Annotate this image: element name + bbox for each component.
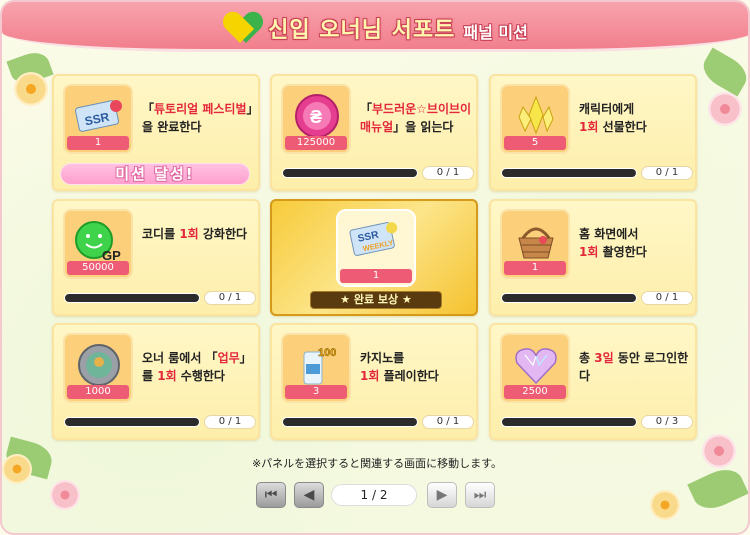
reward-icon-box: ₴ 125000 <box>281 84 351 154</box>
progress-bar <box>64 417 200 427</box>
mission-progress: 0 / 1 <box>282 166 474 180</box>
mission-panel[interactable]: GP 50000 코디를 1회 강화한다 0 / 1 <box>52 199 260 316</box>
reward-count: 1 <box>67 136 129 150</box>
title-area: 신입 오너님 서포트 패널 미션 <box>2 7 748 46</box>
mission-description: 「부드러운☆브이브이 매뉴얼」을 읽는다 <box>360 102 472 134</box>
panel-mission-window: 신입 오너님 서포트 패널 미션 SSR 1 「튜토리얼 페스티벌」을 완료한다 미션… <box>0 0 750 535</box>
mission-description: 총 3일 동안 로그인한다 <box>579 351 689 383</box>
basket-icon <box>510 217 562 265</box>
mission-panel[interactable]: ₴ 125000 「부드러운☆브이브이 매뉴얼」을 읽는다 0 / 1 <box>270 74 478 191</box>
mission-progress: 0 / 1 <box>501 291 693 305</box>
mission-panel[interactable]: 5 캐릭터에게 1회 선물한다 0 / 1 <box>489 74 697 191</box>
reward-count: 1 <box>340 269 412 283</box>
medal-icon <box>73 341 125 389</box>
progress-count: 0 / 1 <box>641 291 693 305</box>
mission-progress: 0 / 1 <box>64 291 256 305</box>
mission-complete-badge: 미션 달성! <box>60 163 250 185</box>
mission-description: 카지노를 1회 플레이한다 <box>360 351 439 383</box>
reward-icon-box: 1 <box>500 209 570 279</box>
flower-decoration <box>650 490 680 520</box>
mission-panel[interactable]: 2500 총 3일 동안 로그인한다 0 / 3 <box>489 323 697 440</box>
reward-icon-box: GP 50000 <box>63 209 133 279</box>
page-title: 신입 오너님 서포트 <box>268 18 456 43</box>
mission-progress: 0 / 3 <box>501 415 693 429</box>
mission-progress: 0 / 1 <box>282 415 474 429</box>
reward-icon-box: 1000 <box>63 333 133 403</box>
reward-count: 5 <box>504 136 566 150</box>
reward-icon-box: 2500 <box>500 333 570 403</box>
page-indicator: 1 / 2 <box>331 484 417 506</box>
mission-panel[interactable]: 100 3 카지노를 1회 플레이한다 0 / 1 <box>270 323 478 440</box>
mission-description: 오너 룸에서 「업무」를 1회 수행한다 <box>142 351 252 383</box>
coin-icon: ₴ <box>291 92 343 140</box>
mission-description: 「튜토리얼 페스티벌」을 완료한다 <box>142 102 253 134</box>
reward-panel[interactable]: SSR WEEKLY 1 ★ 완료 보상 ★ <box>270 199 478 316</box>
progress-bar <box>64 293 200 303</box>
reward-count: 50000 <box>67 261 129 275</box>
drink-icon: 100 <box>291 341 343 389</box>
progress-count: 0 / 1 <box>204 415 256 429</box>
reward-icon-box: 100 3 <box>281 333 351 403</box>
gp-icon: GP <box>73 217 125 265</box>
mission-progress: 0 / 1 <box>501 166 693 180</box>
progress-count: 0 / 3 <box>641 415 693 429</box>
arrow-left-icon: ◀ <box>303 487 315 503</box>
prev-page-button[interactable]: ◀ <box>294 482 324 508</box>
progress-count: 0 / 1 <box>204 291 256 305</box>
progress-bar <box>501 168 637 178</box>
reward-count: 1000 <box>67 385 129 399</box>
reward-icon-box: SSR WEEKLY 1 <box>336 209 416 287</box>
arrow-right-icon: ▶ <box>436 487 448 503</box>
last-page-button[interactable]: ⏭ <box>465 482 495 508</box>
skip-first-icon: ⏮ <box>264 487 278 503</box>
progress-bar <box>501 293 637 303</box>
heart-gem-icon <box>510 341 562 389</box>
progress-count: 0 / 1 <box>422 415 474 429</box>
mission-description: 코디를 1회 강화한다 <box>142 227 248 241</box>
next-page-button[interactable]: ▶ <box>427 482 457 508</box>
reward-banner: ★ 완료 보상 ★ <box>310 291 442 309</box>
progress-bar <box>282 168 418 178</box>
mission-description: 홈 화면에서 1회 촬영한다 <box>579 227 647 259</box>
page-subtitle: 패널 미션 <box>463 23 528 42</box>
svg-text:₴: ₴ <box>310 107 322 127</box>
flower-decoration <box>50 480 80 510</box>
reward-count: 2500 <box>504 385 566 399</box>
ssr-ticket-icon: SSR <box>73 92 125 140</box>
first-page-button[interactable]: ⏮ <box>256 482 286 508</box>
progress-bar <box>282 417 418 427</box>
flower-decoration <box>14 72 48 106</box>
mission-panel[interactable]: 1000 오너 룸에서 「업무」를 1회 수행한다 0 / 1 <box>52 323 260 440</box>
crystal-icon <box>510 92 562 140</box>
flower-decoration <box>708 92 742 126</box>
reward-count: 1 <box>504 261 566 275</box>
reward-icon-box: 5 <box>500 84 570 154</box>
leaf-decoration <box>697 47 748 97</box>
navigation-note: ※パネルを選択すると関連する画面に移動します。 <box>251 457 503 470</box>
reward-count: 125000 <box>285 136 347 150</box>
mission-progress: 0 / 1 <box>64 415 256 429</box>
ssr-weekly-ticket-icon: SSR WEEKLY <box>348 215 400 263</box>
svg-text:100: 100 <box>318 347 336 359</box>
mission-panel[interactable]: 1 홈 화면에서 1회 촬영한다 0 / 1 <box>489 199 697 316</box>
beginner-heart-icon <box>218 7 268 43</box>
reward-icon-box: SSR 1 <box>63 84 133 154</box>
progress-count: 0 / 1 <box>641 166 693 180</box>
mission-description: 캐릭터에게 1회 선물한다 <box>579 102 647 134</box>
progress-bar <box>501 417 637 427</box>
skip-last-icon: ⏭ <box>473 487 487 503</box>
mission-panel[interactable]: SSR 1 「튜토리얼 페스티벌」을 완료한다미션 달성! <box>52 74 260 191</box>
reward-count: 3 <box>285 385 347 399</box>
progress-count: 0 / 1 <box>422 166 474 180</box>
